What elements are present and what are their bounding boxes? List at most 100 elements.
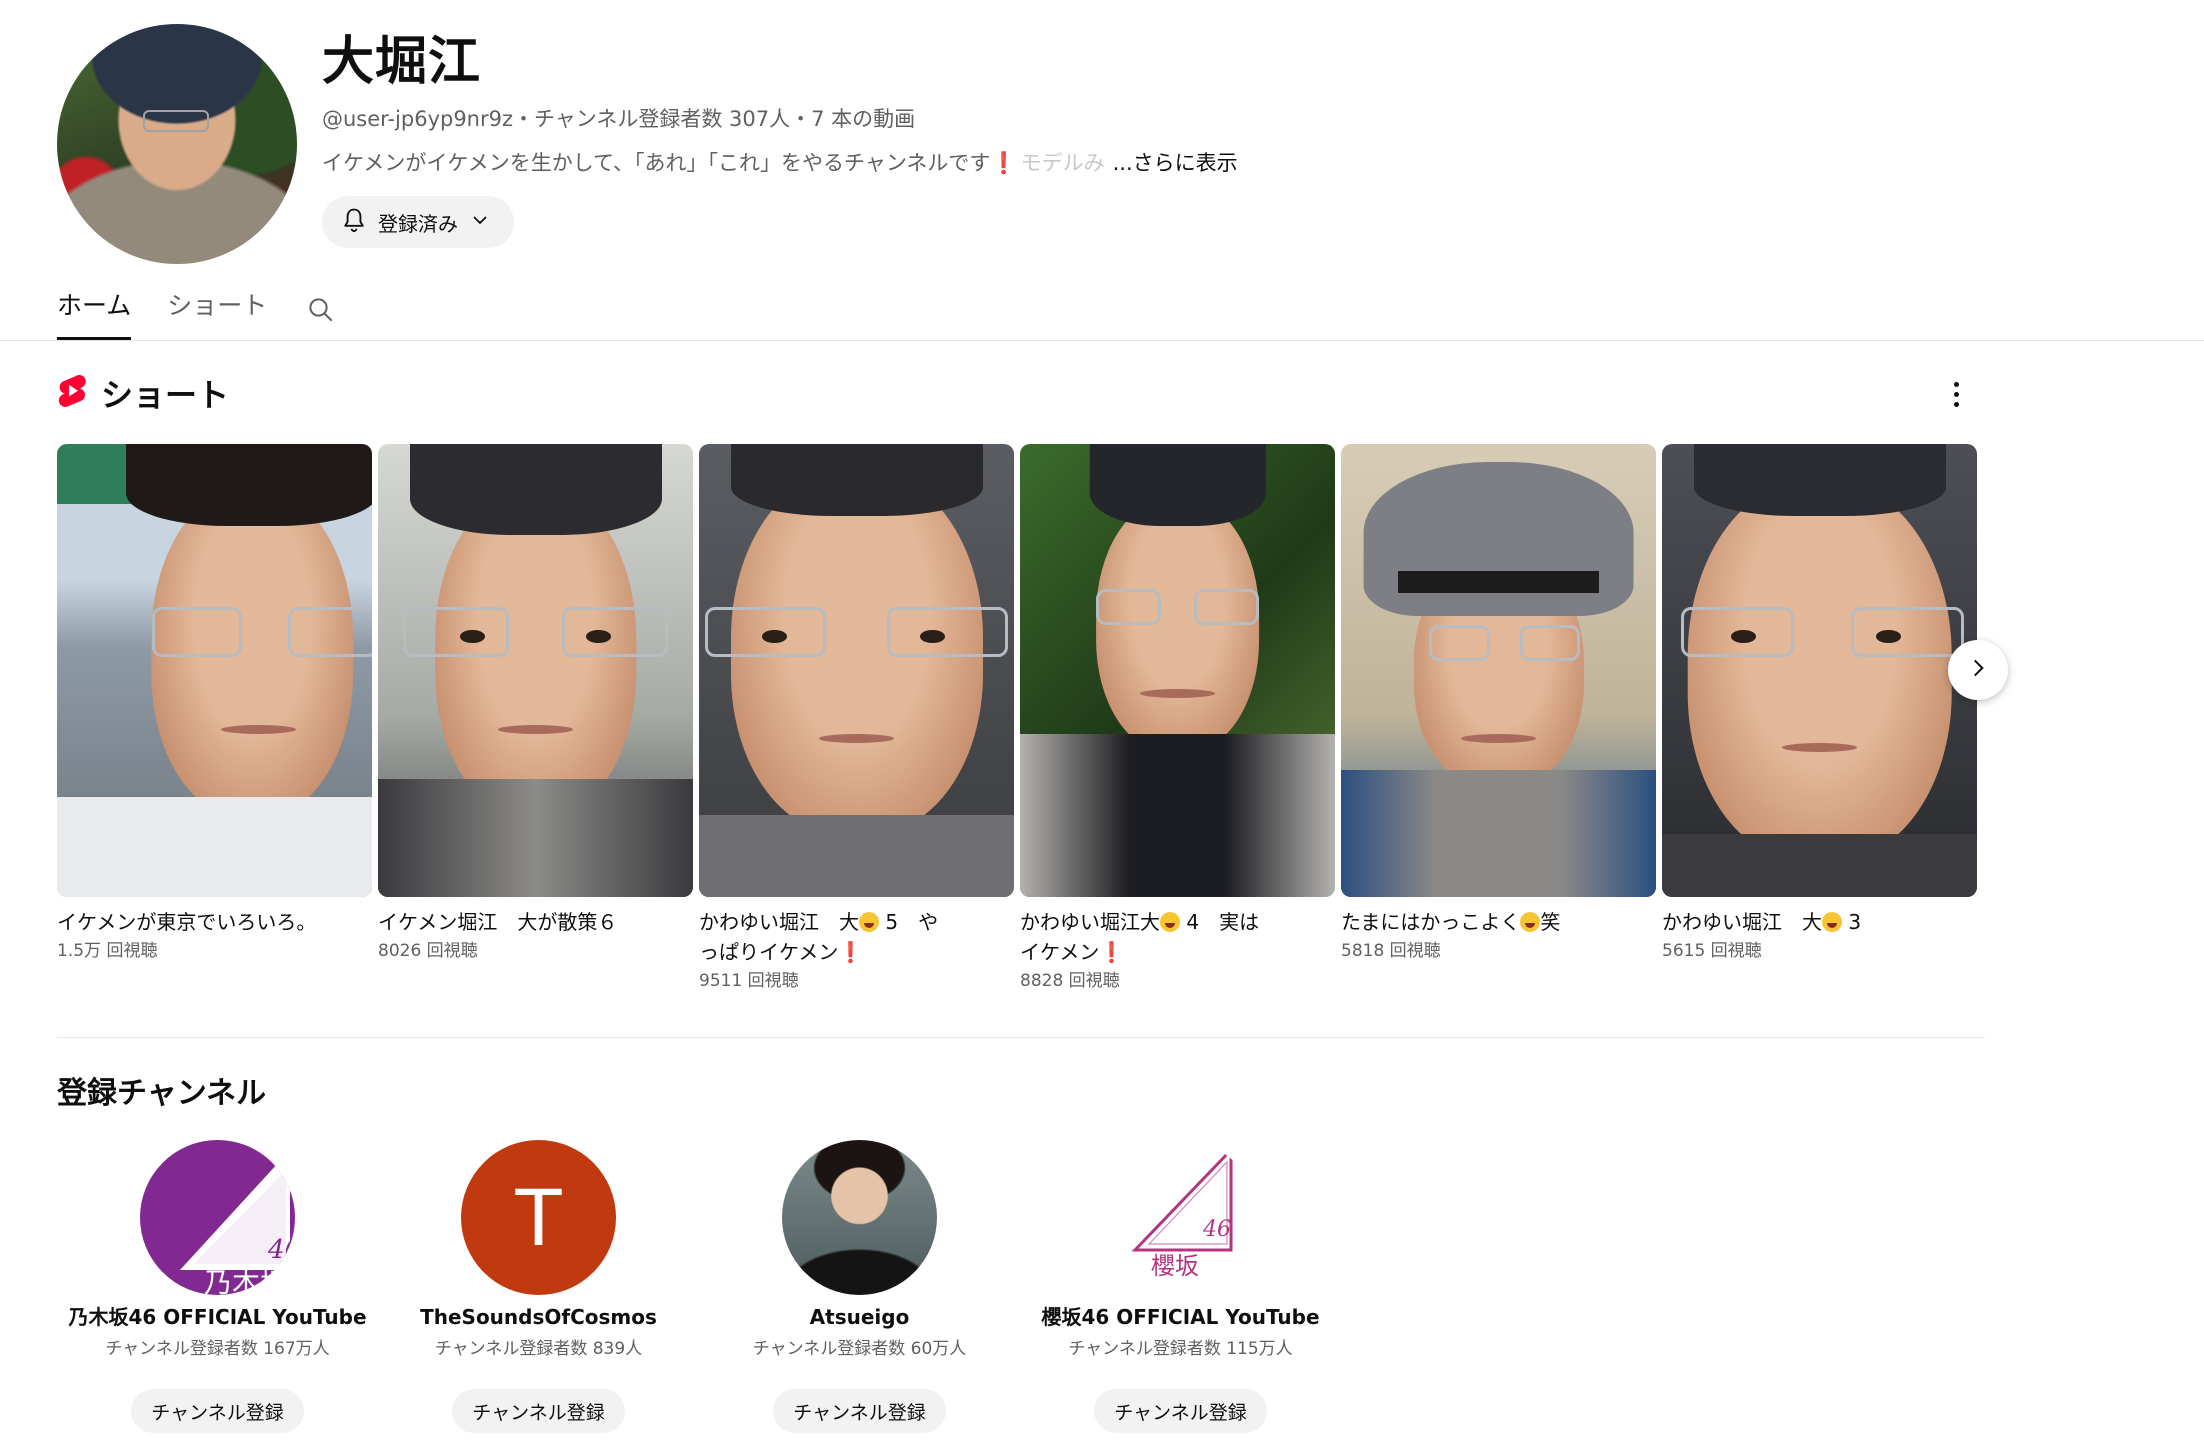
shorts-shelf: イケメンが東京でいろいろ。 1.5万 回視聴 イケメン堀江 大が散策６ 8026… (57, 444, 1977, 993)
short-title-part: 笑 (1540, 910, 1561, 934)
channel-card: 46 乃木坂 乃木坂46 OFFICIAL YouTube チャンネル登録者数 … (57, 1140, 378, 1433)
laughing-emoji (1160, 912, 1180, 932)
short-views: 1.5万 回視聴 (57, 941, 158, 961)
short-title[interactable]: かわゆい堀江 大 5 やっぱりイケメン❗ (699, 907, 1014, 967)
description-text: イケメンがイケメンを生かして、「あれ」「これ」をやるチャンネルです (322, 151, 991, 175)
short-item[interactable]: かわゆい堀江大 4 実はイケメン❗ 8828 回視聴 (1020, 444, 1335, 993)
beanie (409, 444, 662, 535)
short-views: 8828 回視聴 (1020, 971, 1120, 991)
channel-meta: @user-jp6yp9nr9z・チャンネル登録者数 307人・7 本の動画 (322, 107, 916, 131)
channel-name[interactable]: TheSoundsOfCosmos (420, 1303, 657, 1331)
channel-description[interactable]: イケメンがイケメンを生かして、「あれ」「これ」をやるチャンネルです ❗ モデルみ… (322, 148, 1238, 178)
subscriber-count: チャンネル登録者数 60万人 (752, 1339, 967, 1359)
glasses (1680, 607, 1965, 657)
subscribed-label: 登録済み (378, 211, 458, 236)
avatar-letter: T (513, 1171, 564, 1263)
show-more-link[interactable]: ...さらに表示 (1113, 148, 1238, 178)
mouth (220, 724, 297, 734)
shorts-section-title: ショート (101, 376, 230, 414)
svg-text:乃木坂: 乃木坂 (204, 1266, 288, 1295)
shorts-logo-icon (57, 374, 87, 412)
short-thumbnail[interactable] (378, 444, 693, 897)
channel-card: 46 櫻坂 櫻坂46 OFFICIAL YouTube チャンネル登録者数 11… (1020, 1140, 1341, 1433)
short-item[interactable]: かわゆい堀江 大 5 やっぱりイケメン❗ 9511 回視聴 (699, 444, 1014, 993)
subscribed-channels-list: 46 乃木坂 乃木坂46 OFFICIAL YouTube チャンネル登録者数 … (57, 1140, 1341, 1433)
channel-tabs: ホーム ショート (57, 280, 339, 340)
face (1095, 498, 1260, 753)
shelf-next-button[interactable] (1948, 640, 2008, 700)
short-title-part: 4 実は (1186, 910, 1260, 934)
short-thumbnail[interactable] (57, 444, 372, 897)
tab-shorts[interactable]: ショート (167, 280, 267, 340)
glasses (705, 607, 1008, 657)
short-title-part: イケメン (1020, 940, 1100, 964)
short-title[interactable]: かわゆい堀江 大 3 (1662, 907, 1977, 937)
channel-name[interactable]: 乃木坂46 OFFICIAL YouTube (68, 1303, 366, 1331)
glasses (403, 607, 668, 657)
beanie (730, 444, 983, 517)
section-divider (57, 1037, 1985, 1038)
chevron-down-icon (468, 208, 492, 237)
mouth (818, 733, 895, 743)
avatar-glasses (143, 110, 209, 132)
short-title-part: かわゆい堀江 大 (699, 910, 859, 934)
channel-avatar[interactable]: T (461, 1140, 616, 1295)
short-item[interactable]: イケメンが東京でいろいろ。 1.5万 回視聴 (57, 444, 372, 993)
short-title-part: っぱりイケメン (699, 940, 839, 964)
exclamation-emoji: ❗ (990, 151, 1017, 175)
short-item[interactable]: たまにはかっこよく笑 5818 回視聴 (1341, 444, 1656, 993)
tab-home[interactable]: ホーム (57, 280, 132, 340)
short-title[interactable]: イケメン堀江 大が散策６ (378, 907, 693, 937)
mouth (1460, 733, 1537, 743)
short-title[interactable]: イケメンが東京でいろいろ。 (57, 907, 372, 937)
channel-avatar[interactable]: 46 櫻坂 (1103, 1140, 1258, 1295)
subscribed-button[interactable]: 登録済み (322, 196, 514, 248)
short-item[interactable]: イケメン堀江 大が散策６ 8026 回視聴 (378, 444, 693, 993)
glasses (1429, 625, 1581, 662)
description-fade-text: モデルみ (1020, 151, 1105, 175)
subscribe-button[interactable]: チャンネル登録 (131, 1389, 304, 1433)
short-views: 8026 回視聴 (378, 941, 478, 961)
scarf (1341, 770, 1656, 897)
nogizaka-logo-icon: 46 乃木坂 (180, 1150, 295, 1295)
search-icon[interactable] (303, 284, 339, 336)
exclamation-emoji: ❗ (838, 940, 864, 964)
hair (126, 444, 372, 526)
svg-text:46: 46 (267, 1235, 295, 1265)
channel-avatar (57, 24, 297, 264)
short-item[interactable]: かわゆい堀江 大 3 5615 回視聴 (1662, 444, 1977, 993)
subscribe-button[interactable]: チャンネル登録 (452, 1389, 625, 1433)
subscribe-button[interactable]: チャンネル登録 (1094, 1389, 1267, 1433)
short-thumbnail[interactable] (699, 444, 1014, 897)
clothes (1662, 833, 1977, 897)
more-vert-icon[interactable] (1940, 372, 1972, 416)
channel-name[interactable]: Atsueigo (810, 1303, 910, 1331)
exclamation-emoji: ❗ (1099, 940, 1125, 964)
face (1687, 480, 1952, 861)
subscriber-count: チャンネル登録者数 115万人 (1068, 1339, 1293, 1359)
beanie (1089, 444, 1266, 526)
short-title-part: かわゆい堀江大 (1020, 910, 1160, 934)
mouth (1781, 742, 1858, 753)
short-title[interactable]: かわゆい堀江大 4 実はイケメン❗ (1020, 907, 1335, 967)
short-thumbnail[interactable] (1341, 444, 1656, 897)
tabs-divider (0, 340, 2204, 341)
short-views: 9511 回視聴 (699, 971, 799, 991)
channel-avatar[interactable] (782, 1140, 937, 1295)
sakurazaka-logo-icon: 46 櫻坂 (1131, 1146, 1233, 1280)
jacket (1020, 733, 1335, 897)
short-title-part: 5 や (885, 910, 939, 934)
short-views: 5615 回視聴 (1662, 941, 1762, 961)
channel-card: T TheSoundsOfCosmos チャンネル登録者数 839人 チャンネル… (378, 1140, 699, 1433)
channel-name[interactable]: 櫻坂46 OFFICIAL YouTube (1041, 1303, 1319, 1331)
svg-text:46: 46 (1202, 1217, 1231, 1242)
short-thumbnail[interactable] (1662, 444, 1977, 897)
short-thumbnail[interactable] (1020, 444, 1335, 897)
short-title-part: かわゆい堀江 大 (1662, 910, 1822, 934)
glasses (151, 607, 372, 657)
short-title[interactable]: たまにはかっこよく笑 (1341, 907, 1656, 937)
subscribe-button[interactable]: チャンネル登録 (773, 1389, 946, 1433)
channel-avatar[interactable]: 46 乃木坂 (140, 1140, 295, 1295)
laughing-emoji (1822, 912, 1842, 932)
bell-icon (340, 206, 368, 239)
